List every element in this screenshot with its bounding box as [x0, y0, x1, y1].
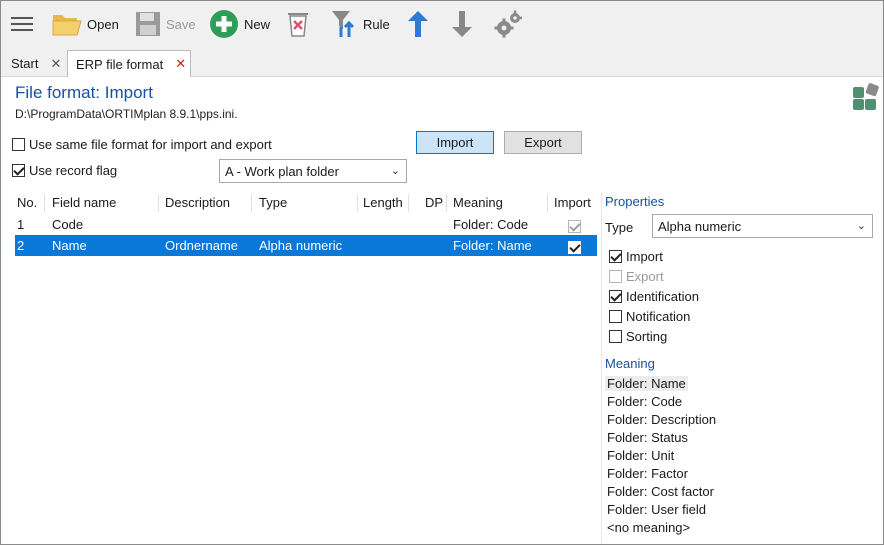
export-mode-button[interactable]: Export [504, 131, 582, 154]
list-item[interactable]: Folder: User field [605, 502, 708, 517]
list-item[interactable]: Folder: Status [605, 430, 690, 445]
table-row[interactable]: 1 Code Folder: Code [15, 214, 597, 235]
same-format-label: Use same file format for import and expo… [29, 137, 272, 152]
close-icon[interactable]: ✕ [50, 56, 61, 72]
tab-start[interactable]: Start ✕ [3, 50, 67, 77]
list-item[interactable]: Folder: Name [605, 376, 688, 391]
type-select-value: Alpha numeric [658, 218, 742, 234]
gears-icon [494, 10, 522, 38]
list-item[interactable]: Folder: Code [605, 394, 684, 409]
type-select[interactable]: Alpha numeric ⌄ [652, 214, 873, 238]
prop-sorting-label: Sorting [626, 329, 668, 344]
record-flag-checkbox[interactable] [12, 164, 25, 177]
col-length[interactable]: Length [363, 195, 403, 210]
filter-rule-icon [332, 11, 355, 37]
fields-grid: No. Field name Description Type Length D… [15, 192, 597, 256]
list-item[interactable]: Folder: Cost factor [605, 484, 716, 499]
cell-meaning: Folder: Code [453, 217, 529, 232]
tab-bar: Start ✕ ERP file format ✕ [1, 48, 883, 77]
cell-type: Alpha numeric [259, 238, 343, 253]
cell-meaning: Folder: Name [453, 238, 532, 253]
folder-open-icon [52, 15, 82, 36]
col-field-name[interactable]: Field name [52, 195, 116, 210]
same-format-checkbox[interactable] [12, 138, 25, 151]
new-label: New [244, 16, 271, 32]
table-row[interactable]: 2 Name Ordnername Alpha numeric Folder: … [15, 235, 597, 256]
cell-field-name: Code [52, 217, 84, 232]
col-description[interactable]: Description [165, 195, 230, 210]
list-item[interactable]: Folder: Unit [605, 448, 676, 463]
meaning-title: Meaning [605, 356, 655, 371]
col-dp[interactable]: DP [425, 195, 443, 210]
modules-icon[interactable] [852, 83, 880, 111]
move-up-button[interactable] [407, 7, 429, 41]
close-icon[interactable]: ✕ [175, 56, 186, 72]
prop-import-label: Import [626, 249, 663, 264]
prop-sorting-option[interactable]: Sorting [609, 329, 667, 344]
prop-export-checkbox [609, 270, 622, 283]
cell-no: 2 [17, 238, 25, 253]
col-meaning[interactable]: Meaning [453, 195, 503, 210]
prop-identification-option[interactable]: Identification [609, 289, 699, 304]
tab-erp-file-format[interactable]: ERP file format ✕ [67, 50, 191, 77]
prop-export-label: Export [626, 269, 664, 284]
properties-title: Properties [605, 194, 665, 209]
prop-import-checkbox[interactable] [609, 250, 622, 263]
arrow-down-icon [452, 11, 472, 37]
settings-button[interactable] [493, 7, 523, 41]
save-button[interactable]: Save [135, 7, 196, 41]
record-flag-select[interactable]: A - Work plan folder ⌄ [219, 159, 407, 183]
save-icon [136, 12, 160, 36]
tab-erp-label: ERP file format [76, 56, 164, 72]
record-flag-select-value: A - Work plan folder [225, 163, 339, 179]
new-button[interactable]: New [209, 7, 270, 41]
col-no[interactable]: No. [17, 195, 37, 210]
list-item[interactable]: <no meaning> [605, 520, 692, 535]
menu-button[interactable] [11, 7, 33, 41]
open-button[interactable]: Open [52, 7, 119, 41]
cell-field-name: Name [52, 238, 87, 253]
col-import[interactable]: Import [554, 195, 591, 210]
same-format-option[interactable]: Use same file format for import and expo… [12, 137, 272, 152]
prop-notification-label: Notification [626, 309, 691, 324]
type-label: Type [605, 220, 634, 235]
save-label: Save [166, 16, 196, 32]
move-down-button[interactable] [451, 7, 473, 41]
rule-label: Rule [363, 16, 390, 32]
prop-notification-option[interactable]: Notification [609, 309, 690, 324]
list-item[interactable]: Folder: Description [605, 412, 718, 427]
open-label: Open [87, 16, 119, 32]
rule-button[interactable]: Rule [330, 7, 390, 41]
cell-no: 1 [17, 217, 25, 232]
toolbar: Open Save New Rule [1, 1, 883, 48]
panel-divider[interactable] [601, 192, 602, 544]
trash-icon [288, 13, 308, 37]
prop-sorting-checkbox[interactable] [609, 330, 622, 343]
cell-description: Ordnername [165, 238, 238, 253]
prop-identification-checkbox[interactable] [609, 290, 622, 303]
page-title: File format: Import [15, 83, 153, 102]
import-checkbox[interactable] [568, 241, 581, 255]
tab-start-label: Start [11, 56, 39, 71]
list-item[interactable]: Folder: Factor [605, 466, 690, 481]
record-flag-label: Use record flag [29, 163, 118, 178]
prop-notification-checkbox[interactable] [609, 310, 622, 323]
prop-identification-label: Identification [626, 289, 699, 304]
grid-header: No. Field name Description Type Length D… [15, 192, 597, 214]
hamburger-icon [11, 17, 33, 31]
app-window: Open Save New Rule Start ✕ ERP file form… [0, 0, 884, 545]
add-icon [210, 10, 238, 38]
chevron-down-icon: ⌄ [390, 165, 400, 177]
col-type[interactable]: Type [259, 195, 287, 210]
arrow-up-icon [408, 11, 428, 37]
record-flag-option[interactable]: Use record flag [12, 163, 117, 178]
prop-import-option[interactable]: Import [609, 249, 663, 264]
delete-button[interactable] [286, 7, 310, 41]
prop-export-option: Export [609, 269, 664, 284]
file-path: D:\ProgramData\ORTIMplan 8.9.1\pps.ini. [15, 107, 238, 121]
import-mode-button[interactable]: Import [416, 131, 494, 154]
chevron-down-icon: ⌄ [856, 220, 866, 232]
import-checkbox[interactable] [568, 220, 581, 234]
